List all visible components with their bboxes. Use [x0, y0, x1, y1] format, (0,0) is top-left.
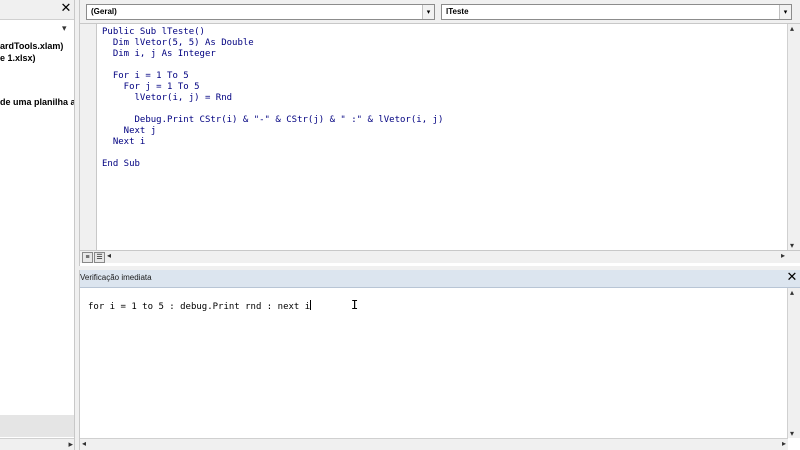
chevron-down-icon[interactable]: ▾: [422, 5, 434, 19]
object-combo-value: (Geral): [91, 7, 117, 16]
chevron-down-icon[interactable]: ▾: [62, 24, 74, 36]
scroll-right-icon[interactable]: ▸: [782, 439, 786, 448]
ibeam-cursor-icon: I: [351, 298, 359, 312]
procedure-combo-value: lTeste: [446, 7, 469, 16]
close-icon[interactable]: ✕: [59, 2, 73, 16]
module-view-icon[interactable]: ☰: [94, 252, 105, 263]
code-line[interactable]: For j = 1 To 5: [102, 82, 200, 93]
code-editor[interactable]: Public Sub lTeste() Dim lVetor(5, 5) As …: [102, 24, 782, 250]
code-window: (Geral) ▾ lTeste ▾ Public Sub lTeste() D…: [79, 0, 800, 266]
scroll-up-icon[interactable]: ▴: [790, 288, 794, 297]
panel-separator: [0, 415, 74, 437]
code-line[interactable]: End Sub: [102, 159, 140, 170]
code-line[interactable]: Public Sub lTeste(): [102, 27, 205, 38]
tree-item-sheet[interactable]: de uma planilha aut: [0, 97, 74, 107]
immediate-command-text: for i = 1 to 5 : debug.Print rnd : next …: [88, 302, 311, 312]
code-line[interactable]: Dim i, j As Integer: [102, 49, 216, 60]
procedure-view-icon[interactable]: ≡: [82, 252, 93, 263]
immediate-vertical-scrollbar[interactable]: ▴ ▾: [787, 288, 800, 438]
immediate-window-titlebar: Verificação imediata ✕: [80, 270, 800, 288]
code-line[interactable]: Next j: [102, 126, 157, 137]
project-horizontal-scrollbar[interactable]: ▸: [0, 438, 74, 450]
code-vertical-scrollbar[interactable]: ▴ ▾: [787, 24, 800, 250]
scroll-down-icon[interactable]: ▾: [790, 429, 794, 438]
scroll-left-icon[interactable]: ◂: [107, 251, 111, 260]
tree-item-workbook[interactable]: e 1.xlsx): [0, 53, 36, 63]
project-explorer-panel: ✕ ▾ ardTools.xlam) e 1.xlsx) de uma plan…: [0, 0, 75, 450]
code-line[interactable]: Dim lVetor(5, 5) As Double: [102, 38, 254, 49]
procedure-combo[interactable]: lTeste ▾: [441, 4, 792, 20]
chevron-down-icon[interactable]: ▾: [779, 5, 791, 19]
close-icon[interactable]: ✕: [785, 271, 799, 285]
immediate-input-area[interactable]: for i = 1 to 5 : debug.Print rnd : next …: [80, 288, 788, 438]
combo-bar: (Geral) ▾ lTeste ▾: [80, 0, 800, 24]
scroll-left-icon[interactable]: ◂: [82, 439, 86, 448]
immediate-command-line[interactable]: for i = 1 to 5 : debug.Print rnd : next …: [88, 300, 312, 312]
scroll-right-icon[interactable]: ▸: [68, 439, 73, 450]
immediate-window-title: Verificação imediata: [80, 273, 152, 282]
code-horizontal-scrollbar[interactable]: ≡ ☰ ◂ ▸: [80, 250, 800, 263]
text-caret: [310, 300, 312, 310]
object-combo[interactable]: (Geral) ▾: [86, 4, 435, 20]
code-line[interactable]: Debug.Print CStr(i) & "-" & CStr(j) & " …: [102, 115, 444, 126]
immediate-window: Verificação imediata ✕ for i = 1 to 5 : …: [79, 270, 800, 450]
code-line[interactable]: lVetor(i, j) = Rnd: [102, 93, 233, 104]
scroll-up-icon[interactable]: ▴: [790, 24, 794, 33]
code-line[interactable]: For i = 1 To 5: [102, 71, 189, 82]
vba-editor: ✕ ▾ ardTools.xlam) e 1.xlsx) de uma plan…: [0, 0, 800, 450]
scroll-down-icon[interactable]: ▾: [790, 241, 794, 250]
margin-indicator-bar[interactable]: [80, 24, 97, 250]
immediate-horizontal-scrollbar[interactable]: ◂ ▸: [80, 438, 788, 450]
tree-item-addin[interactable]: ardTools.xlam): [0, 41, 63, 51]
code-line[interactable]: Next i: [102, 137, 146, 148]
scroll-right-icon[interactable]: ▸: [781, 251, 785, 260]
